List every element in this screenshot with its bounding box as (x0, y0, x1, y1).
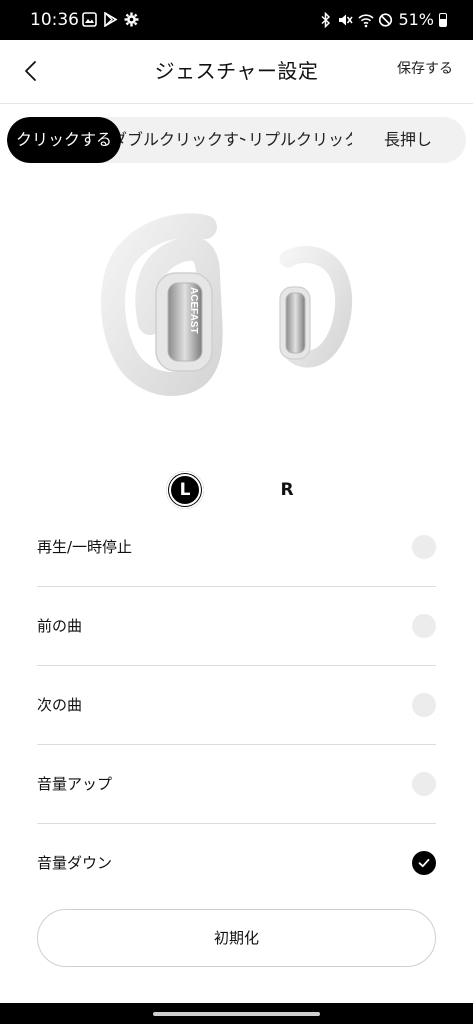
option-label: 前の曲 (37, 617, 83, 635)
tab-triple-click[interactable]: トリプルクリックする (240, 117, 352, 163)
radio-unchecked-icon[interactable] (412, 772, 436, 796)
side-left-button[interactable]: L (166, 471, 204, 509)
radio-unchecked-icon[interactable] (412, 693, 436, 717)
status-time: 10:36 (30, 10, 79, 30)
wifi-icon (358, 12, 374, 28)
tab-long-press[interactable]: 長押し (353, 117, 463, 163)
radio-unchecked-icon[interactable] (412, 535, 436, 559)
do-not-disturb-icon (378, 12, 393, 28)
option-next-track[interactable]: 次の曲 (37, 666, 436, 745)
option-previous-track[interactable]: 前の曲 (37, 587, 436, 666)
option-volume-down[interactable]: 音量ダウン (37, 824, 436, 902)
battery-percent: 51% (398, 10, 434, 29)
image-icon (82, 12, 97, 27)
header: ジェスチャー設定 保存する (0, 40, 473, 104)
side-right-button[interactable]: R (268, 471, 306, 509)
system-status-icons: 51% (318, 10, 447, 29)
right-earbud (279, 245, 352, 368)
option-play-pause[interactable]: 再生/一時停止 (37, 508, 436, 587)
mute-icon (338, 12, 354, 28)
settings-icon (124, 12, 139, 27)
play-store-icon (103, 11, 118, 28)
notification-icons (82, 11, 139, 28)
battery-icon (439, 12, 447, 27)
gesture-tabs: ダブルクリックする トリプルクリックする 長押し クリックする (7, 117, 466, 163)
gesture-options: 再生/一時停止 前の曲 次の曲 音量アップ 音量ダウン (37, 508, 436, 902)
radio-unchecked-icon[interactable] (412, 614, 436, 638)
navigation-bar (0, 1003, 473, 1024)
earbuds-image: ACEFAST (100, 205, 370, 405)
brand-logo-left: ACEFAST (188, 287, 199, 334)
reset-button[interactable]: 初期化 (37, 909, 436, 967)
checkmark-icon[interactable] (412, 851, 436, 875)
tab-double-click[interactable]: ダブルクリックする (119, 117, 239, 163)
bluetooth-icon (318, 11, 333, 28)
option-label: 音量ダウン (37, 854, 113, 872)
option-label: 再生/一時停止 (37, 538, 133, 556)
home-indicator[interactable] (153, 1012, 320, 1016)
left-earbud: ACEFAST (101, 213, 223, 397)
save-button[interactable]: 保存する (397, 58, 453, 78)
status-bar: 10:36 51% (0, 0, 473, 40)
tab-click[interactable]: クリックする (7, 117, 121, 163)
option-volume-up[interactable]: 音量アップ (37, 745, 436, 824)
side-left-label: L (169, 474, 201, 506)
option-label: 音量アップ (37, 775, 113, 793)
option-label: 次の曲 (37, 696, 83, 714)
